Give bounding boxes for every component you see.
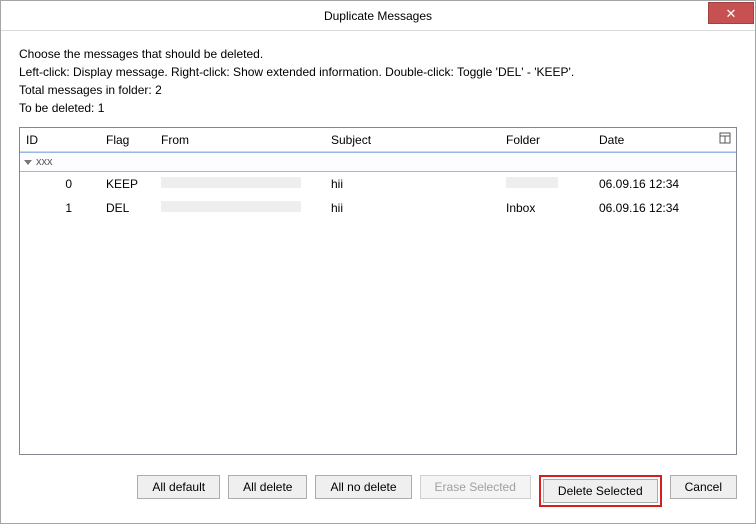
close-icon: ✕ <box>726 7 737 20</box>
group-row[interactable]: xxx <box>20 152 736 172</box>
delete-selected-button[interactable]: Delete Selected <box>543 479 658 503</box>
dialog-window: Duplicate Messages ✕ Choose the messages… <box>0 0 756 524</box>
cell-flag: DEL <box>100 201 155 215</box>
cell-from <box>155 201 325 215</box>
cell-folder: Inbox <box>500 201 593 215</box>
to-be-deleted-label: To be deleted: 1 <box>19 101 737 115</box>
delete-selected-highlight: Delete Selected <box>539 475 662 507</box>
column-header-date[interactable]: Date <box>593 128 714 151</box>
column-header-folder[interactable]: Folder <box>500 128 593 151</box>
instruction-actions: Left-click: Display message. Right-click… <box>19 65 737 79</box>
button-row: All default All delete All no delete Era… <box>1 465 755 523</box>
cell-id: 1 <box>20 201 100 215</box>
dialog-content: Choose the messages that should be delet… <box>1 31 755 465</box>
collapse-icon <box>24 160 32 165</box>
cell-subject: hii <box>325 177 500 191</box>
cell-folder <box>500 177 593 191</box>
all-no-delete-button[interactable]: All no delete <box>315 475 411 499</box>
close-button[interactable]: ✕ <box>708 2 754 24</box>
cell-subject: hii <box>325 201 500 215</box>
messages-grid[interactable]: ID Flag From Subject Folder Date xxx 0 K… <box>19 127 737 455</box>
cell-id: 0 <box>20 177 100 191</box>
column-header-subject[interactable]: Subject <box>325 128 500 151</box>
redacted-text <box>161 177 301 188</box>
erase-selected-button: Erase Selected <box>420 475 531 499</box>
cell-date: 06.09.16 12:34 <box>593 177 714 191</box>
table-row[interactable]: 1 DEL hii Inbox 06.09.16 12:34 <box>20 196 736 220</box>
all-default-button[interactable]: All default <box>137 475 220 499</box>
column-header-id[interactable]: ID <box>20 128 100 151</box>
grid-header: ID Flag From Subject Folder Date <box>20 128 736 152</box>
cell-date: 06.09.16 12:34 <box>593 201 714 215</box>
column-header-flag[interactable]: Flag <box>100 128 155 151</box>
total-messages-label: Total messages in folder: 2 <box>19 83 737 97</box>
group-label: xxx <box>36 156 53 168</box>
titlebar: Duplicate Messages ✕ <box>1 1 755 31</box>
column-config-button[interactable] <box>714 128 736 151</box>
cancel-button[interactable]: Cancel <box>670 475 737 499</box>
cell-from <box>155 177 325 191</box>
all-delete-button[interactable]: All delete <box>228 475 307 499</box>
redacted-text <box>506 177 558 188</box>
cell-flag: KEEP <box>100 177 155 191</box>
table-row[interactable]: 0 KEEP hii 06.09.16 12:34 <box>20 172 736 196</box>
column-config-icon <box>719 132 731 147</box>
redacted-text <box>161 201 301 212</box>
instruction-choose: Choose the messages that should be delet… <box>19 47 737 61</box>
window-title: Duplicate Messages <box>1 9 755 23</box>
column-header-from[interactable]: From <box>155 128 325 151</box>
